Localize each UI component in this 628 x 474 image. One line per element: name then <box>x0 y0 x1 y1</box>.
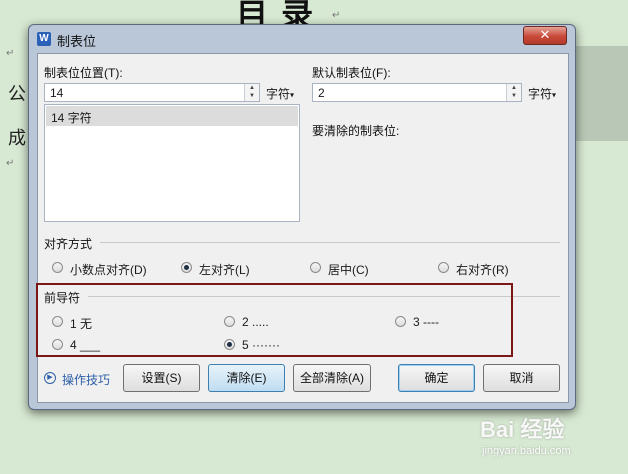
spin-down-icon[interactable]: ▼ <box>507 92 521 100</box>
radio-indicator <box>52 262 63 273</box>
tab-position-unit: 字符 <box>266 87 291 101</box>
spin-up-icon[interactable]: ▲ <box>507 84 521 92</box>
default-tab-spinner[interactable]: ▲ ▼ <box>506 84 521 101</box>
ok-button[interactable]: 确定 <box>398 364 475 392</box>
baidu-watermark-logo: Bai 经验 <box>480 417 565 442</box>
default-tab-label: 默认制表位(F): <box>312 66 391 80</box>
tab-position-value: 14 <box>50 86 64 100</box>
tab-position-input[interactable]: 14 ▲ ▼ <box>44 83 260 102</box>
close-button[interactable]: ✕ <box>523 26 567 45</box>
radio-indicator <box>438 262 449 273</box>
default-tab-input[interactable]: 2 ▲ ▼ <box>312 83 522 102</box>
paragraph-mark-icon: ↵ <box>6 48 15 59</box>
dialog-body: 制表位位置(T): 14 ▲ ▼ 字符▾ 默认制表位(F): 2 ▲ ▼ 字符▾ <box>36 53 569 403</box>
paragraph-mark-icon: ↵ <box>6 158 15 169</box>
dialog-title: 制表位 <box>57 34 97 49</box>
clear-all-button[interactable]: 全部清除(A) <box>293 364 371 392</box>
tab-stops-dialog: W 制表位 ✕ 制表位位置(T): 14 ▲ ▼ 字符▾ 默认制表位(F): 2… <box>28 24 576 410</box>
spin-down-icon[interactable]: ▼ <box>245 92 259 100</box>
clear-button[interactable]: 清除(E) <box>208 364 285 392</box>
align-left-label: 左对齐(L) <box>199 263 250 277</box>
alignment-group-label: 对齐方式 <box>44 237 93 251</box>
tab-position-label: 制表位位置(T): <box>44 66 123 80</box>
align-right-label: 右对齐(R) <box>456 263 509 277</box>
close-icon: ✕ <box>539 27 551 42</box>
tips-label: 操作技巧 <box>62 373 111 387</box>
document-text-line-2: 成 <box>8 128 26 149</box>
document-margin-shade <box>573 46 628 141</box>
radio-indicator <box>181 262 192 273</box>
wps-app-icon: W <box>37 32 51 46</box>
radio-indicator <box>310 262 321 273</box>
tab-position-spinner[interactable]: ▲ ▼ <box>244 84 259 101</box>
align-center-label: 居中(C) <box>328 263 369 277</box>
align-decimal-label: 小数点对齐(D) <box>70 263 147 277</box>
leader-highlight-box <box>36 283 513 357</box>
set-button[interactable]: 设置(S) <box>123 364 200 392</box>
play-circle-icon: ▶ <box>44 372 56 384</box>
group-divider <box>100 242 560 243</box>
tab-position-unit-dropdown[interactable]: 字符▾ <box>266 85 294 102</box>
chevron-down-icon: ▾ <box>290 90 295 100</box>
tab-stop-list[interactable]: 14 字符 <box>44 104 300 222</box>
chevron-down-icon: ▾ <box>552 90 557 100</box>
dialog-titlebar[interactable]: W 制表位 ✕ <box>29 25 575 51</box>
default-tab-unit-dropdown[interactable]: 字符▾ <box>528 85 556 102</box>
cancel-button[interactable]: 取消 <box>483 364 560 392</box>
document-text-line-1: 公 <box>8 84 26 105</box>
default-tab-unit: 字符 <box>528 87 553 101</box>
tabs-to-clear-label: 要清除的制表位: <box>312 124 400 138</box>
list-item-label: 14 字符 <box>51 111 92 125</box>
list-item[interactable]: 14 字符 <box>46 106 298 126</box>
paragraph-mark-icon: ↵ <box>332 10 341 21</box>
default-tab-value: 2 <box>318 86 325 100</box>
spin-up-icon[interactable]: ▲ <box>245 84 259 92</box>
baidu-watermark-url: jingyan.baidu.com <box>482 445 571 457</box>
